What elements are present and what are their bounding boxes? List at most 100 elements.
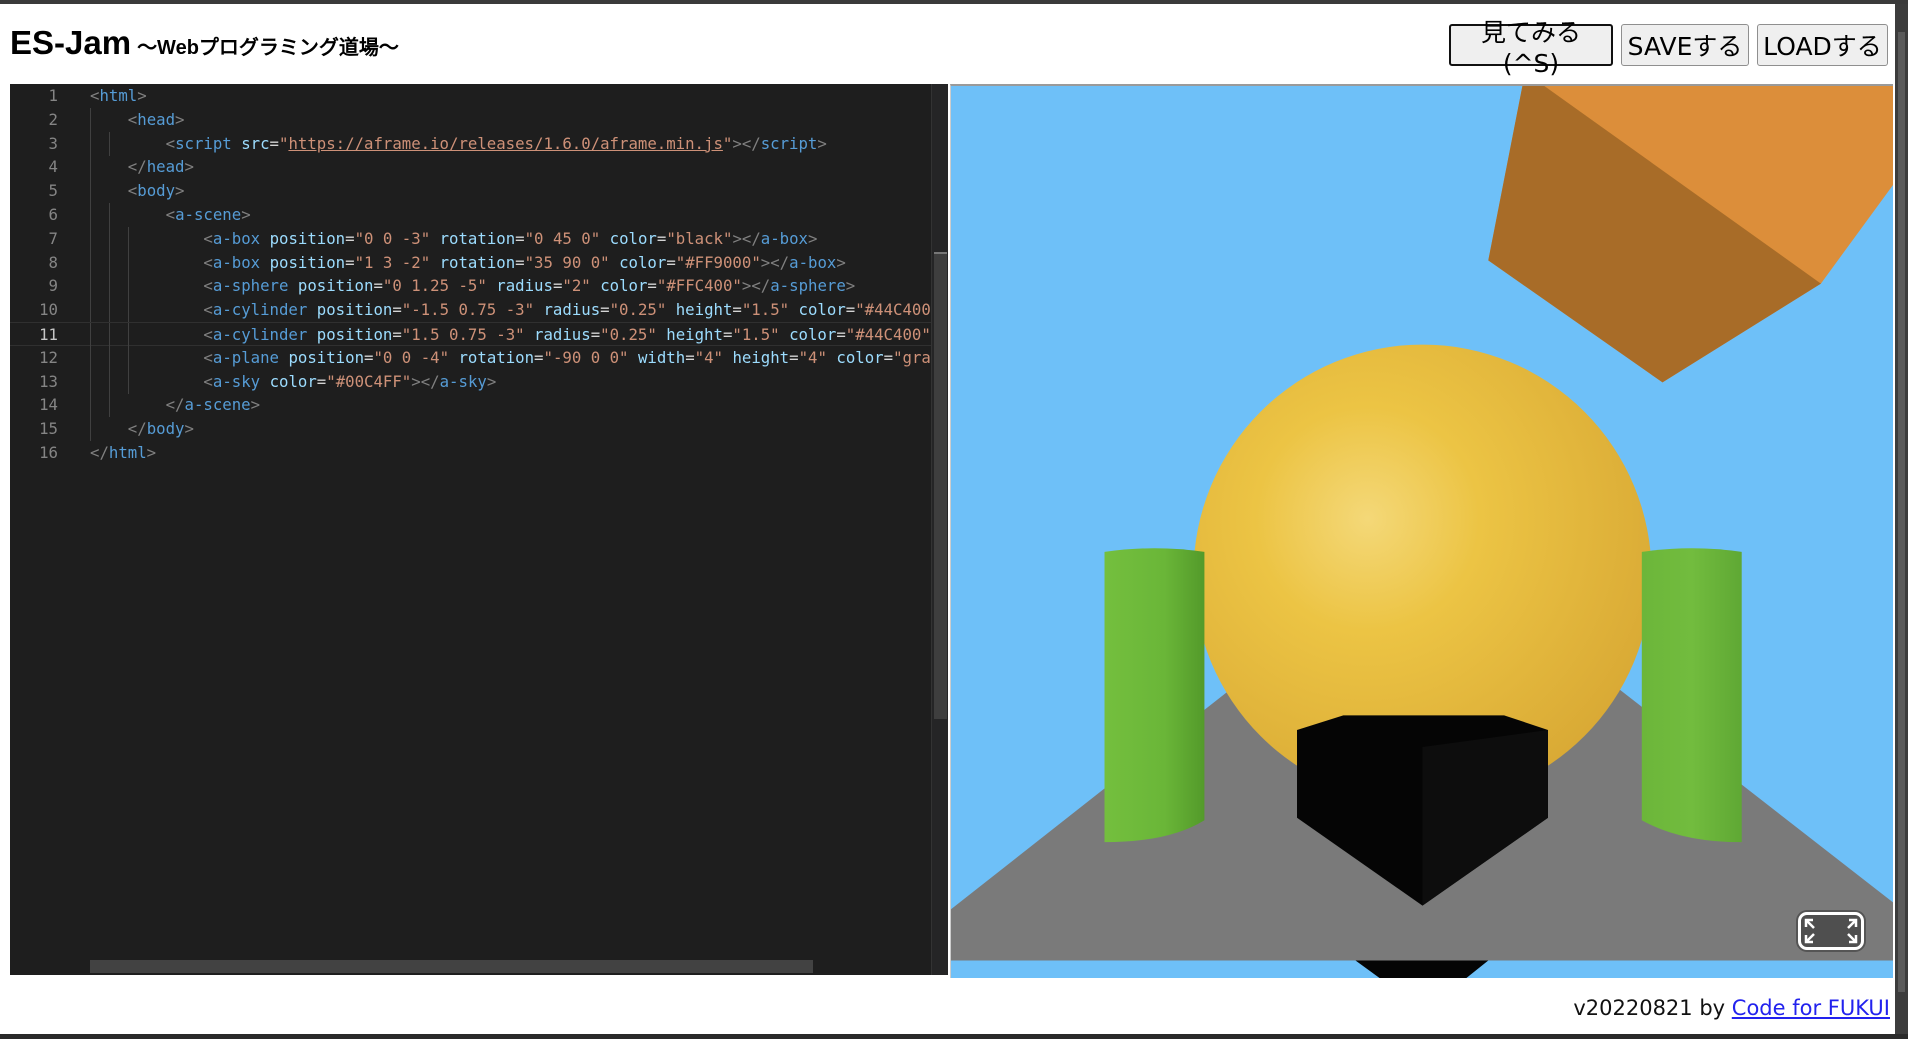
equals: =	[789, 347, 799, 367]
equals: =	[345, 252, 355, 272]
bracket: </	[127, 157, 147, 177]
load-button[interactable]: LOADする	[1757, 24, 1888, 66]
bracket: </	[751, 276, 771, 296]
code-lines[interactable]: 1 <html> 2 <head> 3 <script src="https://af…	[10, 84, 931, 975]
indent-guide	[127, 250, 129, 275]
code-editor[interactable]: 1 <html> 2 <head> 3 <script src="https://af…	[10, 84, 948, 975]
indent-guide	[108, 131, 110, 156]
code-line[interactable]: 11 <a-cylinder position="1.5 0.75 -3" ra…	[10, 322, 931, 347]
attr-name: radius	[496, 276, 553, 296]
3d-scene[interactable]	[951, 86, 1893, 978]
code-line[interactable]: 8 <a-box position="1 3 -2" rotation="35 …	[10, 250, 931, 275]
code-line[interactable]: 13 <a-sky color="#00C4FF"></a-sky>	[10, 369, 931, 394]
equals: =	[590, 325, 601, 344]
bracket: >	[184, 419, 194, 439]
indent-guide	[90, 323, 91, 347]
page-scrollbar[interactable]	[1895, 4, 1908, 1034]
bracket: >	[760, 252, 771, 272]
bracket: <	[203, 325, 213, 344]
bracket: >	[175, 109, 185, 129]
line-number: 2	[48, 109, 58, 129]
scrollbar-thumb[interactable]	[934, 254, 947, 719]
indent-guide	[108, 345, 110, 370]
bracket: </	[165, 395, 185, 415]
page-scrollbar-thumb[interactable]	[1898, 32, 1905, 992]
attr-value: "1.5 0.75 -3"	[401, 325, 525, 344]
code-line[interactable]: 10 <a-cylinder position="-1.5 0.75 -3" r…	[10, 298, 931, 323]
attr-name: src	[241, 133, 270, 153]
editor-horizontal-scrollbar[interactable]	[90, 960, 813, 973]
code-line[interactable]: 7 <a-box position="0 0 -3" rotation="0 4…	[10, 226, 931, 251]
code-line[interactable]: 5 <body>	[10, 179, 931, 204]
bracket: >	[732, 228, 742, 248]
code-text: <body>	[109, 179, 185, 203]
bracket: <	[203, 252, 213, 272]
equals: =	[269, 133, 279, 153]
code-line[interactable]: 3 <script src="https://aframe.io/release…	[10, 131, 931, 156]
code-text: <script src="https://aframe.io/releases/…	[128, 132, 827, 156]
attr-name: color	[269, 371, 317, 391]
code-line[interactable]: 4 </head>	[10, 155, 931, 180]
attr-value: "0 45 0"	[524, 228, 601, 248]
code-line[interactable]: 9 <a-sphere position="0 1.25 -5" radius=…	[10, 274, 931, 299]
line-number: 15	[39, 419, 58, 439]
tag-name: script	[175, 133, 232, 153]
equals: =	[845, 300, 856, 320]
equals: =	[666, 252, 676, 272]
tag-name: html	[108, 443, 147, 462]
indent-guide	[108, 203, 110, 227]
save-button[interactable]: SAVEする	[1621, 24, 1749, 66]
url-link[interactable]: https://aframe.io/releases/1.6.0/aframe.…	[288, 134, 722, 153]
app-title: ES-Jam ～Webプログラミング道場～	[10, 24, 399, 62]
line-number: 4	[48, 157, 58, 177]
attr-name: radius	[534, 325, 591, 344]
tag-name: body	[137, 181, 176, 201]
fullscreen-button[interactable]	[1798, 912, 1864, 950]
code-line[interactable]: 2 <head>	[10, 107, 931, 132]
equals: =	[836, 325, 846, 344]
indent-guide	[127, 369, 129, 394]
line-number: 10	[39, 300, 58, 320]
indent-guide	[127, 323, 129, 347]
tag-name: a-box	[212, 252, 261, 272]
app-subtitle: ～Webプログラミング道場～	[137, 37, 399, 59]
bracket: >	[250, 395, 261, 415]
bracket: >	[175, 181, 185, 201]
tag-name: a-box	[760, 228, 809, 248]
line-number: 8	[48, 252, 58, 272]
bracket: </	[420, 371, 440, 391]
window-bottom-bar	[0, 1034, 1908, 1039]
code-line[interactable]: 12 <a-plane position="0 0 -4" rotation="…	[10, 345, 931, 370]
code-line[interactable]: 14 </a-scene>	[10, 393, 931, 418]
tag-name: a-scene	[175, 205, 242, 224]
line-number: 1	[48, 86, 58, 105]
indent-guide	[90, 393, 91, 418]
code-line[interactable]: 1 <html>	[10, 84, 931, 108]
equals: =	[392, 325, 402, 344]
editor-vertical-scrollbar[interactable]	[931, 84, 948, 975]
indent-guide	[108, 393, 110, 418]
equals: =	[600, 300, 610, 320]
attr-name: position	[297, 276, 374, 296]
code-line[interactable]: 6 <a-scene>	[10, 203, 931, 227]
app-name: ES-Jam	[10, 24, 132, 61]
indent-guide	[90, 250, 91, 275]
equals: =	[534, 347, 544, 367]
code-for-fukui-link[interactable]: Code for FUKUI	[1732, 996, 1890, 1020]
code-text: <a-box position="1 3 -2" rotation="35 90…	[147, 251, 845, 275]
equals: =	[883, 347, 894, 367]
attr-value: "1.5"	[732, 325, 780, 344]
code-line[interactable]: 16 </html>	[10, 441, 931, 465]
code-text: <head>	[109, 108, 185, 132]
tag-name: a-box	[789, 252, 837, 272]
indent-guide	[90, 298, 91, 323]
attr-name: position	[316, 325, 393, 344]
attr-value: "black"	[666, 228, 733, 248]
run-button[interactable]: 見てみる (^S)	[1449, 18, 1613, 78]
attr-value: "#44C400"	[855, 300, 931, 320]
preview-pane[interactable]	[950, 84, 1893, 978]
bracket: <	[127, 109, 138, 129]
code-line[interactable]: 15 </body>	[10, 417, 931, 442]
line-number: 9	[48, 276, 58, 296]
tag-name: a-cylinder	[212, 300, 308, 320]
